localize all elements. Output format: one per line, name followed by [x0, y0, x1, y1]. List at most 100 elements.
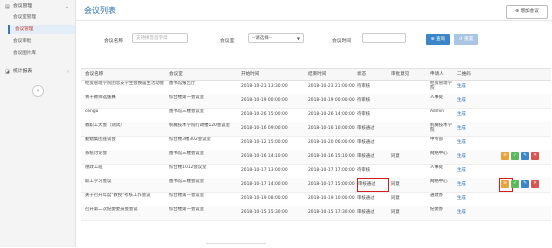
cell-status: 待审核: [357, 168, 371, 173]
cell-name: 系统讨论会: [85, 151, 107, 156]
column-header: 二维码: [457, 72, 471, 77]
reset-button[interactable]: ↺ 重置: [454, 34, 478, 45]
sidebar-item-approval[interactable]: 会议审批: [8, 37, 75, 46]
delete-button[interactable]: ✕: [531, 152, 539, 160]
cell-room: 图书馆三楼会议室: [169, 179, 205, 184]
table-row: 教职工大会（测试） 机械技术学院行政楼120会议室 2018-10-16 09:00…: [81, 122, 551, 137]
table-row: 德政工班 综合楼1012会议室 2018-10-17 13:00:00 2018-10…: [81, 164, 551, 179]
column-header: 会议名称: [85, 72, 104, 77]
cell-name: 经贸管理学院团总支学生会换届生活动会: [85, 81, 165, 86]
collapse-sidebar-button[interactable]: «: [32, 85, 44, 97]
cell-name: 勤勉集团座谈会: [85, 137, 116, 142]
add-meeting-button[interactable]: ⊕ 增加会议: [506, 5, 548, 19]
cell-room: 综合楼3楼302会议室: [169, 137, 211, 142]
cell-status: 待审核: [357, 84, 371, 89]
edit-button[interactable]: ✎: [521, 180, 529, 188]
cell-start: 2018-10-16 14:10:00: [241, 154, 288, 159]
generate-qr-link[interactable]: 生成: [457, 122, 471, 136]
cell-name: 召开第二次纪委委员会会议: [85, 207, 138, 212]
search-button[interactable]: ⊕ 查询: [426, 34, 450, 45]
cell-applicant: 纪委办: [430, 207, 444, 212]
cell-opinion: 同意: [391, 182, 400, 187]
delete-button[interactable]: ✕: [531, 180, 539, 188]
table-row: 召开第二次纪委委员会会议 综合楼第一会议室 2018-10-15 15:30:00 2…: [81, 206, 551, 221]
cell-status: 待审核: [357, 98, 371, 103]
divider: [76, 20, 552, 21]
column-header: 状态: [357, 72, 367, 77]
name-filter-input[interactable]: 支持拼音首字母: [132, 33, 188, 43]
cell-start: 2018-10-17 13:00:00: [241, 168, 288, 173]
cell-applicant: 机械技术学院: [430, 123, 452, 134]
cell-room: 综合楼1012会议室: [169, 165, 207, 170]
view-button[interactable]: ≡: [499, 178, 513, 192]
cell-name: 关于召开年度"教授"考核工作会议: [85, 193, 151, 198]
sidebar-item-rooms[interactable]: 会议室管理: [8, 13, 75, 22]
table-row: 关于召开年度"教授"考核工作会议 综合楼第一会议室 2018-10-19 08:00…: [81, 192, 551, 207]
chevron-down-icon: ▼: [296, 36, 300, 41]
name-filter-label: 会议名称: [104, 39, 124, 44]
cell-start: 2018-10-16 09:00:00: [241, 126, 288, 131]
approve-button[interactable]: ✓: [511, 180, 519, 188]
generate-qr-link[interactable]: 生成: [457, 192, 471, 206]
cell-status: 审核通过: [357, 126, 375, 131]
room-select[interactable]: --请选择-- ▼: [248, 33, 304, 43]
cell-status: 审核通过: [357, 140, 375, 145]
cell-start: 2018-10-17 14:00:00: [241, 182, 288, 187]
cell-name: 职工学习会议: [85, 179, 112, 184]
table-row: cengu 图书馆三楼会议室 2018-10-26 15:00:00 2018-10-…: [81, 108, 551, 123]
room-select-value: --请选择--: [252, 36, 272, 41]
sidebar-item-gallery[interactable]: 会议图片库: [8, 49, 75, 58]
sidebar-group-stats[interactable]: ◪ 统计报表 ›: [0, 67, 75, 77]
sidebar-group-meeting[interactable]: ▤ 会议管理 ⌄: [0, 2, 75, 12]
room-filter-label: 会议室: [220, 39, 235, 44]
generate-qr-link[interactable]: 生成: [457, 178, 471, 192]
generate-qr-link[interactable]: 生成: [457, 136, 471, 150]
cell-room: 图书馆三楼会议室: [169, 109, 205, 114]
cell-status: 待审核: [357, 112, 371, 117]
cell-status: 审核通过: [357, 154, 375, 159]
approve-button[interactable]: ✓: [511, 152, 519, 160]
cell-status: 审核通过: [357, 196, 375, 201]
list-icon: ▤: [5, 4, 10, 10]
cell-start: 2018-10-19 08:00:00: [241, 196, 288, 201]
cell-start: 2018-10-19 00:00:00: [241, 98, 288, 103]
cell-start: 2018-10-26 15:00:00: [241, 112, 288, 117]
generate-qr-link[interactable]: 生成: [457, 94, 471, 108]
table-row: 青干教师选拔赛 综合楼第一会议室 2018-10-19 00:00:00 2018-1…: [81, 94, 551, 109]
generate-qr-link[interactable]: 生成: [457, 150, 471, 164]
edit-button[interactable]: ✎: [521, 152, 529, 160]
cell-room: 综合楼第一会议室: [169, 193, 205, 198]
column-header: 会议室: [169, 72, 183, 77]
generate-qr-link[interactable]: 生成: [457, 80, 471, 94]
chevron-right-icon: ›: [67, 69, 69, 75]
time-filter-label: 会议时间: [332, 39, 352, 44]
cell-opinion: 同意: [391, 196, 400, 201]
sidebar: ▤ 会议管理 ⌄ 会议室管理 会议管理 会议审批 会议图片库 ◪ 统计报表 › …: [0, 0, 76, 247]
cell-applicant: 人事处: [430, 95, 444, 100]
cell-applicant: 网络中心: [430, 179, 448, 184]
cell-room: 图书馆三楼会议室: [169, 151, 205, 156]
sidebar-item-meetings[interactable]: 会议管理: [8, 25, 75, 34]
generate-qr-link[interactable]: 生成: [457, 108, 471, 122]
cell-name: 青干教师选拔赛: [85, 95, 116, 100]
pagination: [206, 243, 266, 248]
table-row: 职工学习会议 图书馆三楼会议室 2018-10-17 14:00:00 2018-10…: [81, 178, 551, 193]
cell-room: 图书馆报告厅: [169, 81, 196, 86]
generate-qr-link[interactable]: 生成: [457, 164, 471, 178]
generate-qr-link[interactable]: 生成: [457, 206, 471, 220]
view-button[interactable]: ≡: [501, 152, 509, 160]
time-filter-input[interactable]: [362, 33, 406, 43]
column-header: 结束时间: [308, 72, 327, 77]
cell-room: 机械技术学院行政楼120会议室: [169, 123, 231, 128]
table-row: 系统讨论会 图书馆三楼会议室 2018-10-16 14:10:00 2018-10-…: [81, 150, 551, 165]
cell-opinion: 同意: [391, 154, 400, 159]
cell-applicant: 中专部: [430, 137, 444, 142]
column-header: 申请人: [430, 72, 444, 77]
table-row: 经贸管理学院团总支学生会换届生活动会 图书馆报告厅 2018-10-23 13:30…: [81, 80, 551, 95]
cell-applicant: 通建办: [430, 193, 444, 198]
sidebar-group-label: 统计报表: [13, 69, 33, 74]
cell-applicant: 经贸管理学院: [430, 81, 452, 92]
cell-applicant: 人事处: [430, 165, 444, 170]
page-title: 会议列表: [84, 6, 116, 15]
cell-start: 2018-10-23 13:30:00: [241, 84, 288, 89]
